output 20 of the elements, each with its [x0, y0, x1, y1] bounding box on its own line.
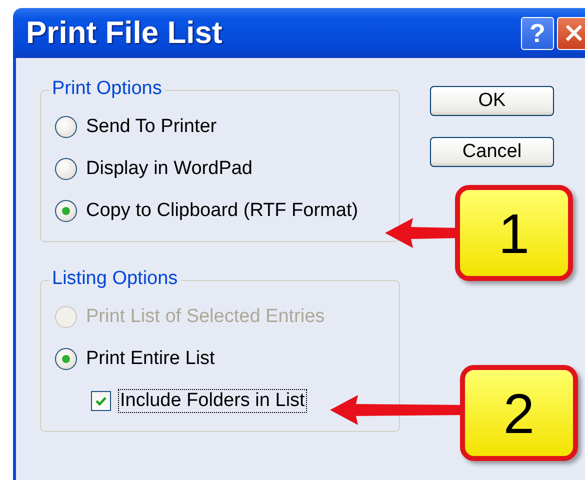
radio-button[interactable]	[55, 158, 77, 180]
option-label: Display in WordPad	[85, 158, 254, 180]
radio-button[interactable]	[55, 348, 77, 370]
option-label: Print List of Selected Entries	[85, 306, 326, 328]
callout-number: 1	[455, 185, 573, 281]
close-button[interactable]	[557, 16, 585, 50]
ok-button[interactable]: OK	[430, 86, 554, 116]
option-label: Copy to Clipboard (RTF Format)	[85, 200, 360, 222]
option-label: Include Folders in List	[119, 390, 306, 412]
group-title: Listing Options	[49, 268, 181, 290]
cancel-button[interactable]: Cancel	[430, 137, 554, 167]
window-title: Print File List	[26, 15, 224, 51]
help-button[interactable]: ?	[521, 16, 554, 50]
callout-number: 2	[460, 365, 578, 461]
group-title: Print Options	[49, 78, 165, 100]
option-label: Print Entire List	[85, 348, 216, 370]
option-label: Send To Printer	[85, 116, 218, 138]
radio-button[interactable]	[55, 200, 77, 222]
radio-button[interactable]	[55, 116, 77, 138]
checkbox[interactable]	[91, 391, 111, 411]
